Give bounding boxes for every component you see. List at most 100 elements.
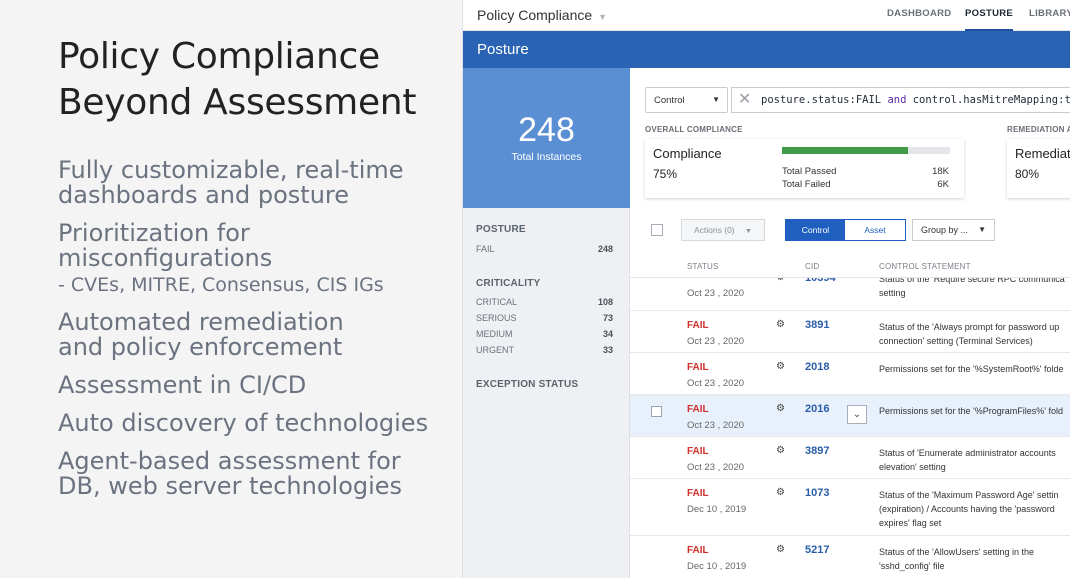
row-statement: Status of the 'AllowUsers' setting in th…	[879, 547, 1035, 571]
feature-item: Prioritization for misconfigurations - C…	[58, 221, 428, 297]
posture-filter-fail[interactable]: FAIL 248	[476, 244, 613, 254]
overall-compliance-card[interactable]: Compliance 75% Total Passed 18K Total Fa…	[645, 139, 964, 198]
table-row[interactable]: FAIL Oct 23 , 2020 ⚙ 3897 Status of 'Enu…	[630, 437, 1070, 479]
row-statement: Status of the 'Always prompt for passwor…	[879, 322, 1060, 346]
filter-label: FAIL	[476, 244, 495, 254]
feature-text: and policy enforcement	[58, 333, 343, 361]
table-row[interactable]: FAIL Oct 23 , 2020 ⚙ 2018 Permissions se…	[630, 353, 1070, 395]
col-control-statement[interactable]: CONTROL STATEMENT	[879, 262, 971, 271]
criticality-filter-medium[interactable]: MEDIUM 34	[476, 329, 613, 339]
nav-library[interactable]: LIBRARY	[1029, 8, 1070, 19]
feature-text: Prioritization for	[58, 219, 250, 247]
remediation-percent: 80%	[1015, 167, 1040, 181]
slide-title-line-2: Beyond Assessment	[58, 82, 417, 123]
clear-icon[interactable]: ✕	[738, 91, 751, 109]
total-instances-value: 248	[518, 111, 575, 149]
row-cid[interactable]: 2018	[805, 361, 829, 373]
row-checkbox[interactable]	[651, 406, 662, 417]
feature-text: Automated remediation	[58, 308, 344, 336]
remediation-title: Remediat	[1015, 146, 1070, 161]
filter-count: 73	[602, 313, 613, 323]
nav-dashboard[interactable]: DASHBOARD	[887, 8, 951, 19]
gear-icon[interactable]: ⚙	[776, 403, 785, 414]
row-statement: Status of the 'Maximum Password Age' set…	[879, 490, 1059, 528]
toggle-asset[interactable]: Asset	[845, 220, 905, 240]
criticality-filter-urgent[interactable]: URGENT 33	[476, 345, 613, 355]
row-statement: Status of the 'Require secure RPC commun…	[879, 278, 1065, 298]
chevron-down-icon: ▼	[745, 228, 752, 235]
remediation-caption: REMEDIATION A	[1007, 125, 1070, 134]
table-row[interactable]: Oct 23 , 2020 ⚙ 10394 Status of the 'Req…	[630, 278, 1070, 311]
col-cid[interactable]: CID	[805, 262, 819, 271]
filter-count: 33	[602, 345, 613, 355]
gear-icon[interactable]: ⚙	[776, 361, 785, 372]
table-row[interactable]: FAIL Dec 10 , 2019 ⚙ 1073 Status of the …	[630, 479, 1070, 536]
row-cid[interactable]: 3897	[805, 445, 829, 457]
app-title: Policy Compliance	[477, 7, 593, 23]
page-header: Posture	[463, 31, 1070, 68]
select-all-checkbox[interactable]	[651, 224, 663, 236]
exception-status-heading[interactable]: EXCEPTION STATUS	[476, 379, 578, 390]
gear-icon[interactable]: ⚙	[776, 278, 785, 283]
feature-text: DB, web server technologies	[58, 472, 403, 500]
row-cid[interactable]: 10394	[805, 278, 836, 284]
row-cid[interactable]: 3891	[805, 319, 829, 331]
top-bar: Policy Compliance ▼ DASHBOARD POSTURE LIB…	[463, 0, 1070, 31]
filter-label: SERIOUS	[476, 313, 517, 323]
group-by-select[interactable]: Group by ... ▼	[912, 219, 995, 241]
app-switcher[interactable]: Policy Compliance ▼	[477, 7, 607, 23]
chevron-down-icon: ▼	[978, 225, 986, 234]
search-row: Control ▼ ✕ posture.status:FAIL and cont…	[645, 87, 1070, 113]
row-statement: Permissions set for the '%ProgramFiles%'…	[879, 406, 1063, 416]
row-status: FAIL	[687, 446, 709, 457]
row-cid[interactable]: 5217	[805, 544, 829, 556]
row-status: FAIL	[687, 404, 709, 415]
criticality-filter-serious[interactable]: SERIOUS 73	[476, 313, 613, 323]
gear-icon[interactable]: ⚙	[776, 445, 785, 456]
search-query: posture.status:FAIL and control.hasMitre…	[761, 94, 1070, 106]
search-input[interactable]: ✕ posture.status:FAIL and control.hasMit…	[731, 87, 1070, 113]
row-date: Oct 23 , 2020	[687, 420, 745, 431]
gear-icon[interactable]: ⚙	[776, 487, 785, 498]
total-instances-card: 248 Total Instances	[463, 68, 630, 208]
actions-dropdown[interactable]: Actions (0) ▼	[681, 219, 765, 241]
total-passed-label: Total Passed	[782, 166, 837, 177]
compliance-title: Compliance	[653, 146, 722, 161]
remediation-card[interactable]: Remediat 80%	[1007, 139, 1070, 198]
chevron-down-icon: ▼	[712, 95, 720, 104]
toggle-control[interactable]: Control	[786, 220, 845, 240]
row-date: Oct 23 , 2020	[687, 378, 745, 389]
row-date: Dec 10 , 2019	[687, 504, 747, 515]
table-row[interactable]: FAIL Dec 10 , 2019 ⚙ 5217 Status of the …	[630, 536, 1070, 578]
table-row[interactable]: FAIL Oct 23 , 2020 ⚙ 2016 ⌄ Permissions …	[630, 395, 1070, 437]
col-status[interactable]: STATUS	[687, 262, 719, 271]
table-row[interactable]: FAIL Oct 23 , 2020 ⚙ 3891 Status of the …	[630, 311, 1070, 353]
compliance-progress-fill	[782, 147, 908, 154]
feature-text: Agent-based assessment for	[58, 447, 401, 475]
gear-icon[interactable]: ⚙	[776, 319, 785, 330]
total-failed-value: 6K	[937, 179, 949, 190]
chevron-down-icon: ▼	[598, 12, 608, 22]
search-scope-select[interactable]: Control ▼	[645, 87, 728, 113]
total-failed-label: Total Failed	[782, 179, 831, 190]
feature-item: Automated remediation and policy enforce…	[58, 310, 428, 360]
overall-compliance-caption: OVERALL COMPLIANCE	[645, 125, 743, 134]
feature-item: Assessment in CI/CD	[58, 373, 428, 398]
feature-text: Auto discovery of technologies	[58, 409, 429, 437]
nav-posture[interactable]: POSTURE	[965, 8, 1014, 31]
gear-icon[interactable]: ⚙	[776, 544, 785, 555]
total-passed-value: 18K	[932, 166, 949, 177]
query-term: control.hasMitreMapping:true	[912, 94, 1070, 106]
main-content: Control ▼ ✕ posture.status:FAIL and cont…	[630, 68, 1070, 578]
expand-row-icon[interactable]: ⌄	[847, 405, 867, 424]
table-header: STATUS CID CONTROL STATEMENT	[630, 254, 1070, 278]
criticality-filter-critical[interactable]: CRITICAL 108	[476, 297, 613, 307]
feature-item: Auto discovery of technologies	[58, 411, 428, 436]
criticality-heading: CRITICALITY	[476, 278, 541, 289]
row-status: FAIL	[687, 545, 709, 556]
row-cid[interactable]: 2016	[805, 403, 829, 415]
compliance-percent: 75%	[653, 167, 678, 181]
row-cid[interactable]: 1073	[805, 487, 829, 499]
feature-item: Agent-based assessment for DB, web serve…	[58, 449, 428, 499]
table-toolbar: Actions (0) ▼ Control Asset Group by ...…	[630, 208, 1070, 254]
